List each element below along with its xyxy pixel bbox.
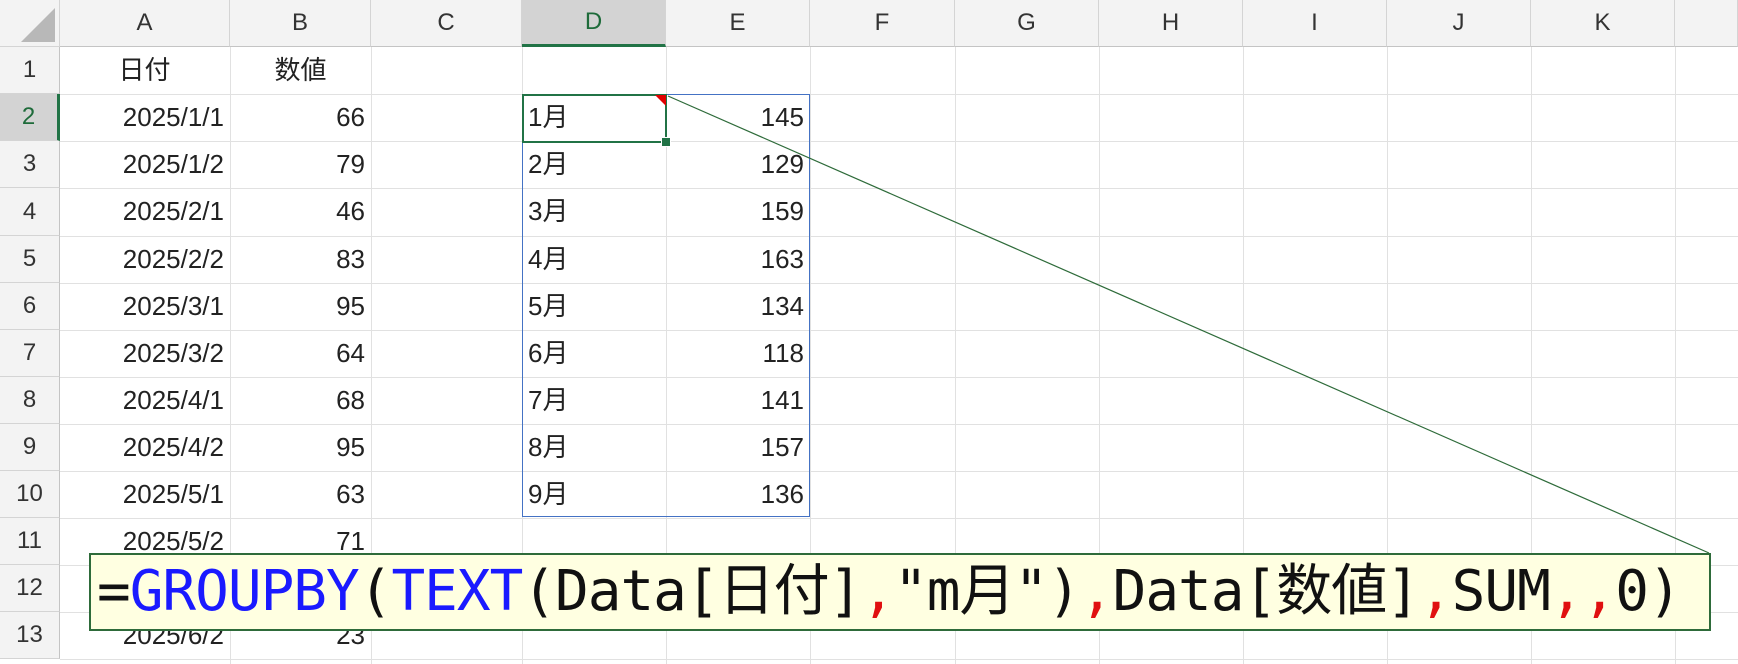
formula-token: TEXT: [391, 559, 523, 624]
formula-token: (: [358, 559, 393, 624]
formula-token: 0): [1615, 559, 1681, 624]
formula-token: ,: [1549, 559, 1584, 624]
formula-token: =: [97, 559, 131, 624]
formula-token: Data[数値]: [1112, 559, 1420, 624]
formula-token: "m月"): [894, 559, 1081, 624]
formula-token: SUM: [1451, 559, 1551, 624]
formula-token: (Data[日付]: [522, 559, 862, 624]
formula-token: ,: [1418, 559, 1453, 624]
formula-token: GROUPBY: [129, 559, 360, 624]
formula-token: ,: [1079, 559, 1114, 624]
spreadsheet-grid: ABCDEFGHIJK 1 2 3 4 5 6 7 8 9 10 11 12 13 日付 数値 2025…: [0, 0, 1738, 664]
formula-comment-note[interactable]: =GROUPBY(TEXT(Data[日付],"m月"),Data[数値],SU…: [89, 553, 1711, 631]
formula-token: ,: [1582, 559, 1617, 624]
formula-token: ,: [861, 559, 895, 624]
